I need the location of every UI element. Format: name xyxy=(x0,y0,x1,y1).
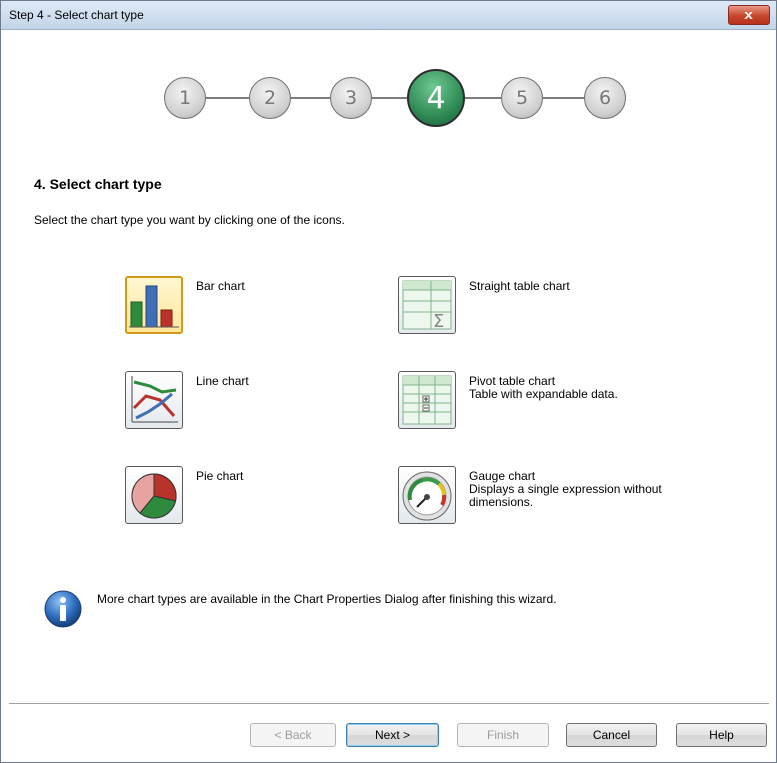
step-1: 1 xyxy=(164,77,206,119)
line-chart-label: Line chart xyxy=(196,374,249,388)
finish-button[interactable]: Finish xyxy=(457,723,549,747)
back-button[interactable]: < Back xyxy=(250,723,336,747)
page-title: 4. Select chart type xyxy=(34,176,162,192)
pivot-table-icon[interactable] xyxy=(398,371,456,429)
next-button[interactable]: Next > xyxy=(346,723,439,747)
instructions-text: Select the chart type you want by clicki… xyxy=(34,213,345,227)
title-bar: Step 4 - Select chart type x xyxy=(1,1,776,30)
gauge-chart-description: Displays a single expression without dim… xyxy=(469,482,662,509)
pivot-table-description: Table with expandable data. xyxy=(469,387,618,401)
gauge-chart-icon[interactable] xyxy=(398,466,456,524)
window-title: Step 4 - Select chart type xyxy=(9,8,144,22)
line-chart-icon[interactable] xyxy=(125,371,183,429)
cancel-button[interactable]: Cancel xyxy=(566,723,657,747)
bar-chart-label: Bar chart xyxy=(196,279,245,293)
step-connector xyxy=(462,97,504,99)
svg-text:Σ: Σ xyxy=(433,311,444,332)
step-6: 6 xyxy=(584,77,626,119)
step-indicator: 1 2 3 4 5 6 xyxy=(1,69,776,127)
dialog-window: Step 4 - Select chart type x 1 2 3 4 5 6… xyxy=(0,0,777,763)
help-button[interactable]: Help xyxy=(676,723,767,747)
pie-chart-label: Pie chart xyxy=(196,469,244,483)
bar-chart-icon[interactable] xyxy=(125,276,183,334)
close-button[interactable]: x xyxy=(728,5,770,25)
step-5: 5 xyxy=(501,77,543,119)
info-message: More chart types are available in the Ch… xyxy=(97,592,557,606)
gauge-chart-label: Gauge chart xyxy=(469,469,536,483)
footer-separator xyxy=(9,703,769,705)
info-icon xyxy=(43,589,83,629)
step-connector xyxy=(542,97,588,99)
close-icon: x xyxy=(744,7,754,22)
straight-table-icon[interactable]: Σ xyxy=(398,276,456,334)
pie-chart-icon[interactable] xyxy=(125,466,183,524)
straight-table-label: Straight table chart xyxy=(469,279,570,293)
step-3: 3 xyxy=(330,77,372,119)
step-4-active: 4 xyxy=(407,69,465,127)
pivot-table-label: Pivot table chart xyxy=(469,374,556,388)
step-2: 2 xyxy=(249,77,291,119)
